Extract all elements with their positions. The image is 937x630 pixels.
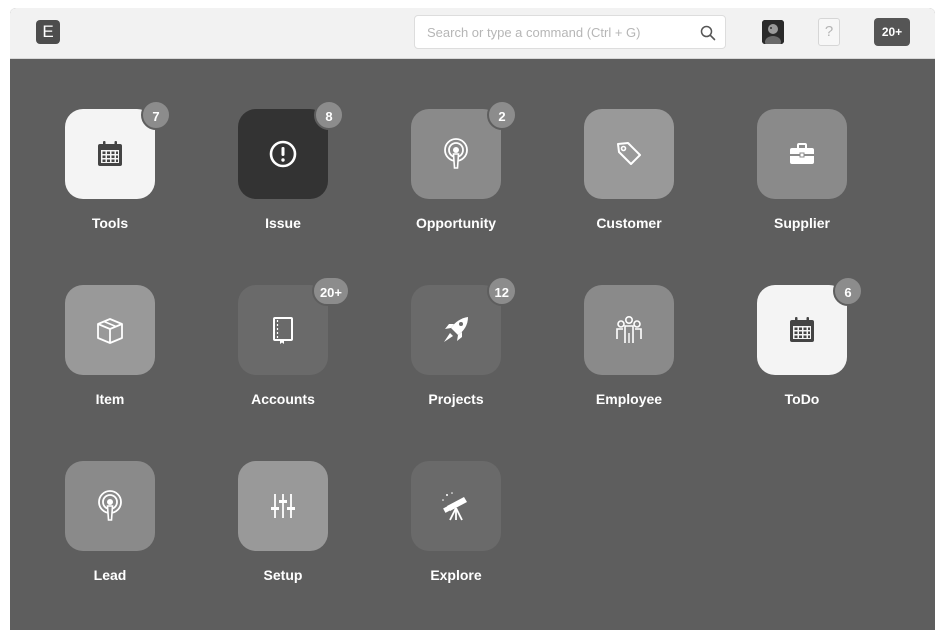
opportunity-label: Opportunity [415, 215, 497, 231]
tools-tile[interactable]: 7 [65, 100, 171, 199]
module-supplier[interactable]: Supplier [757, 109, 849, 244]
navbar: E ? 20+ [10, 8, 935, 59]
issue-tile[interactable]: 8 [238, 100, 344, 199]
search-box[interactable] [414, 15, 726, 49]
group-icon [616, 315, 642, 343]
app-logo[interactable]: E [36, 20, 60, 44]
telescope-icon [442, 492, 467, 521]
notifications-button[interactable]: 20+ [874, 18, 910, 46]
module-projects[interactable]: 12 Projects [411, 276, 517, 420]
broadcast-icon [444, 138, 468, 169]
search-icon[interactable] [700, 25, 716, 41]
employee-tile[interactable] [584, 285, 674, 375]
module-accounts[interactable]: 20+ Accounts [238, 276, 350, 420]
projects-label: Projects [428, 391, 484, 407]
item-tile[interactable] [65, 285, 155, 375]
setup-tile[interactable] [238, 461, 328, 551]
customer-label: Customer [596, 215, 662, 231]
module-setup[interactable]: Setup [238, 461, 330, 596]
calendar-icon [790, 317, 814, 342]
explore-tile[interactable] [411, 461, 501, 551]
module-tools[interactable]: 7 Tools [65, 100, 171, 244]
user-photo-icon [762, 20, 784, 44]
accounts-label: Accounts [251, 391, 315, 407]
module-lead[interactable]: Lead [65, 461, 157, 596]
lead-label: Lead [93, 567, 127, 583]
projects-badge: 12 [486, 276, 517, 306]
box-icon [97, 318, 123, 344]
module-issue[interactable]: 8 Issue [238, 100, 344, 244]
supplier-tile[interactable] [757, 109, 847, 199]
search-input[interactable] [415, 16, 709, 48]
todo-badge: 6 [833, 276, 863, 306]
module-opportunity[interactable]: 2 Opportunity [411, 100, 517, 244]
item-label: Item [95, 391, 125, 407]
module-explore[interactable]: Explore [411, 461, 503, 596]
desk-window: E ? 20+ [10, 8, 935, 630]
tools-badge: 7 [141, 100, 171, 130]
accounts-tile[interactable]: 20+ [238, 276, 350, 375]
rocket-icon [444, 317, 468, 342]
todo-tile[interactable]: 6 [757, 276, 863, 375]
opportunity-badge: 2 [487, 100, 517, 130]
help-button[interactable]: ? [818, 18, 840, 46]
module-item[interactable]: Item [65, 285, 157, 420]
issue-badge: 8 [314, 100, 344, 130]
briefcase-icon [790, 143, 814, 164]
todo-label: ToDo [784, 391, 820, 407]
supplier-label: Supplier [773, 215, 830, 231]
setup-label: Setup [263, 567, 303, 583]
broadcast-icon [98, 490, 122, 521]
avatar[interactable] [762, 20, 784, 44]
accounts-badge: 20+ [311, 276, 350, 306]
issue-label: Issue [265, 215, 301, 231]
module-todo[interactable]: 6 ToDo [757, 276, 863, 420]
opportunity-tile[interactable]: 2 [411, 100, 517, 199]
projects-tile[interactable]: 12 [411, 276, 517, 375]
calendar-icon [98, 141, 122, 166]
module-employee[interactable]: Employee [584, 285, 676, 420]
book-icon [273, 317, 293, 344]
employee-label: Employee [595, 391, 663, 407]
sliders-icon [271, 494, 295, 518]
customer-tile[interactable] [584, 109, 674, 199]
module-customer[interactable]: Customer [584, 109, 676, 244]
explore-label: Explore [430, 567, 482, 583]
tag-icon [617, 142, 641, 165]
exclamation-circle-icon [269, 140, 297, 168]
tools-label: Tools [91, 215, 129, 231]
lead-tile[interactable] [65, 461, 155, 551]
